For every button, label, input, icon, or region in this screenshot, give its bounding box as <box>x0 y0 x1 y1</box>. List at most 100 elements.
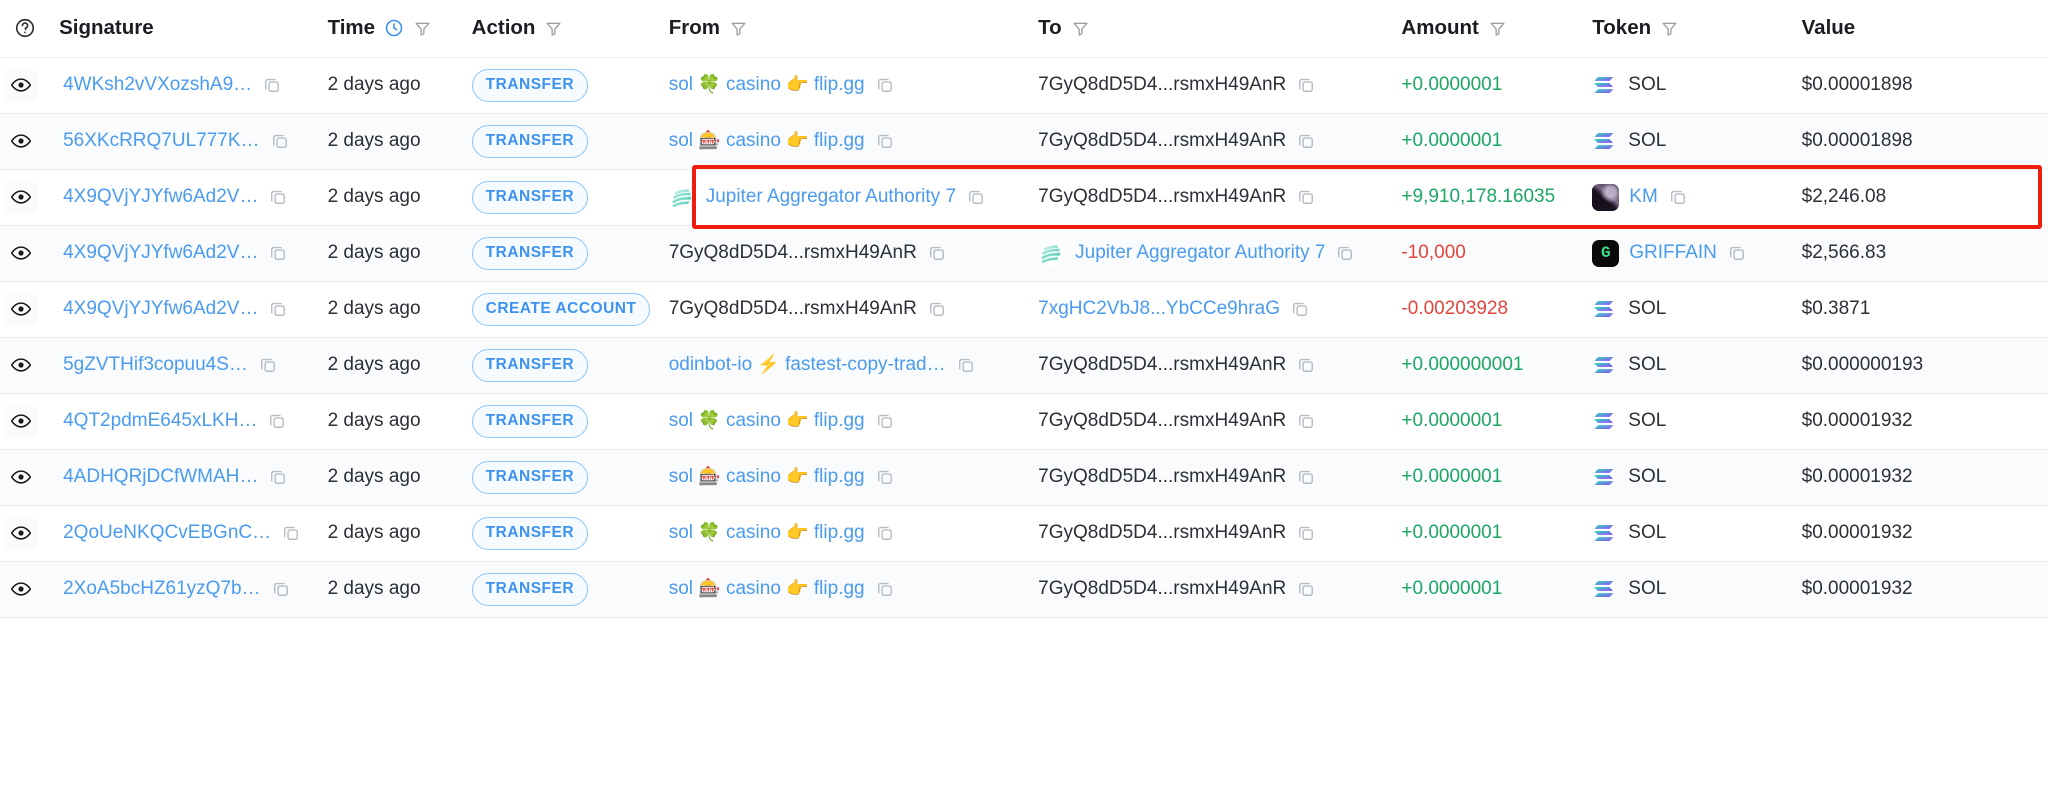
filter-icon-to[interactable] <box>1071 19 1090 38</box>
action-badge[interactable]: TRANSFER <box>471 236 589 270</box>
copy-signature-icon[interactable] <box>258 355 278 375</box>
copy-to-icon[interactable] <box>1335 243 1355 263</box>
view-transaction-button[interactable] <box>4 348 38 382</box>
copy-token-icon[interactable] <box>1668 187 1688 207</box>
copy-from-icon[interactable] <box>875 411 895 431</box>
view-transaction-button[interactable] <box>4 572 38 606</box>
signature-link[interactable]: 4X9QVjYJYfw6Ad2V… <box>63 298 258 320</box>
token-name[interactable]: GRIFFAIN <box>1629 242 1717 264</box>
copy-to-icon[interactable] <box>1296 355 1316 375</box>
view-transaction-button[interactable] <box>4 124 38 158</box>
table-row[interactable]: 4X9QVjYJYfw6Ad2V… 2 days ago CREATE ACCOUN… <box>0 281 2048 338</box>
copy-from-icon[interactable] <box>956 355 976 375</box>
signature-link[interactable]: 4QT2pdmE645xLKH… <box>63 410 257 432</box>
table-row[interactable]: 56XKcRRQ7UL777K… 2 days ago TRANSFER sol 🎰 … <box>0 113 2048 170</box>
action-badge[interactable]: TRANSFER <box>471 572 589 606</box>
view-transaction-button[interactable] <box>4 460 38 494</box>
view-transaction-button[interactable] <box>4 404 38 438</box>
table-row[interactable]: 4X9QVjYJYfw6Ad2V… 2 days ago TRANSFER Jupit… <box>0 169 2048 226</box>
column-header-token[interactable]: Token <box>1592 0 1802 58</box>
table-row[interactable]: 4X9QVjYJYfw6Ad2V… 2 days ago TRANSFER 7GyQ8… <box>0 225 2048 282</box>
signature-link[interactable]: 4X9QVjYJYfw6Ad2V… <box>63 186 258 208</box>
copy-from-icon[interactable] <box>966 187 986 207</box>
copy-signature-icon[interactable] <box>270 131 290 151</box>
column-header-to[interactable]: To <box>1038 0 1402 58</box>
table-row[interactable]: 2QoUeNKQCvEBGnC… 2 days ago TRANSFER sol 🍀 … <box>0 505 2048 562</box>
column-header-amount[interactable]: Amount <box>1401 0 1593 58</box>
action-badge[interactable]: TRANSFER <box>471 124 589 158</box>
signature-link[interactable]: 56XKcRRQ7UL777K… <box>63 130 259 152</box>
copy-signature-icon[interactable] <box>267 411 287 431</box>
view-transaction-button[interactable] <box>4 236 38 270</box>
to-program-name[interactable]: Jupiter Aggregator Authority 7 <box>1075 242 1325 264</box>
action-badge[interactable]: TRANSFER <box>471 348 589 382</box>
action-badge[interactable]: CREATE ACCOUNT <box>471 292 651 326</box>
copy-to-icon[interactable] <box>1296 523 1316 543</box>
copy-from-icon[interactable] <box>875 75 895 95</box>
signature-link[interactable]: 4WKsh2vVXozshA9… <box>63 74 252 96</box>
action-badge[interactable]: TRANSFER <box>471 516 589 550</box>
from-label[interactable]: sol 🎰 casino 👉 flip.gg <box>669 466 865 488</box>
table-row[interactable]: 4ADHQRjDCfWMAH… 2 days ago TRANSFER sol 🎰 c… <box>0 449 2048 506</box>
filter-icon-time[interactable] <box>413 19 432 38</box>
copy-from-icon[interactable] <box>875 467 895 487</box>
table-row[interactable]: 4QT2pdmE645xLKH… 2 days ago TRANSFER sol 🍀 … <box>0 393 2048 450</box>
copy-signature-icon[interactable] <box>271 579 291 599</box>
signature-link[interactable]: 2XoA5bcHZ61yzQ7b… <box>63 578 261 600</box>
column-header-signature[interactable]: Signature <box>59 0 328 58</box>
action-badge[interactable]: TRANSFER <box>471 180 589 214</box>
copy-signature-icon[interactable] <box>262 75 282 95</box>
copy-to-icon[interactable] <box>1296 411 1316 431</box>
signature-link[interactable]: 4X9QVjYJYfw6Ad2V… <box>63 242 258 264</box>
copy-to-icon[interactable] <box>1296 131 1316 151</box>
from-label[interactable]: sol 🎰 casino 👉 flip.gg <box>669 578 865 600</box>
copy-from-icon[interactable] <box>927 299 947 319</box>
copy-signature-icon[interactable] <box>268 243 288 263</box>
from-label[interactable]: sol 🍀 casino 👉 flip.gg <box>669 410 865 432</box>
copy-to-icon[interactable] <box>1290 299 1310 319</box>
view-transaction-button[interactable] <box>4 180 38 214</box>
column-header-action[interactable]: Action <box>471 0 669 58</box>
table-row[interactable]: 5gZVTHif3copuu4S… 2 days ago TRANSFER odinb… <box>0 337 2048 394</box>
action-badge[interactable]: TRANSFER <box>471 68 589 102</box>
copy-to-icon[interactable] <box>1296 467 1316 487</box>
action-badge[interactable]: TRANSFER <box>471 460 589 494</box>
view-transaction-button[interactable] <box>4 516 38 550</box>
signature-link[interactable]: 4ADHQRjDCfWMAH… <box>63 466 258 488</box>
copy-from-icon[interactable] <box>875 579 895 599</box>
copy-from-icon[interactable] <box>875 131 895 151</box>
filter-icon-action[interactable] <box>544 19 563 38</box>
copy-from-icon[interactable] <box>875 523 895 543</box>
help-circle-icon[interactable] <box>14 17 36 39</box>
action-badge[interactable]: TRANSFER <box>471 404 589 438</box>
table-row[interactable]: 4WKsh2vVXozshA9… 2 days ago TRANSFER sol 🍀 … <box>0 57 2048 114</box>
column-header-value[interactable]: Value <box>1801 0 2048 58</box>
signature-link[interactable]: 5gZVTHif3copuu4S… <box>63 354 248 376</box>
copy-to-icon[interactable] <box>1296 579 1316 599</box>
column-header-time[interactable]: Time <box>327 0 472 58</box>
view-transaction-button[interactable] <box>4 292 38 326</box>
from-label[interactable]: sol 🍀 casino 👉 flip.gg <box>669 522 865 544</box>
from-label[interactable]: sol 🍀 casino 👉 flip.gg <box>669 74 865 96</box>
copy-signature-icon[interactable] <box>281 523 301 543</box>
signature-link[interactable]: 2QoUeNKQCvEBGnC… <box>63 522 271 544</box>
from-label[interactable]: sol 🎰 casino 👉 flip.gg <box>669 130 865 152</box>
token-name[interactable]: KM <box>1629 186 1658 208</box>
clock-icon[interactable] <box>384 18 404 38</box>
view-transaction-button[interactable] <box>4 68 38 102</box>
copy-to-icon[interactable] <box>1296 75 1316 95</box>
filter-icon-from[interactable] <box>729 19 748 38</box>
filter-icon-token[interactable] <box>1660 19 1679 38</box>
copy-signature-icon[interactable] <box>268 187 288 207</box>
from-program-name[interactable]: Jupiter Aggregator Authority 7 <box>706 186 956 208</box>
table-row[interactable]: 2XoA5bcHZ61yzQ7b… 2 days ago TRANSFER sol 🎰… <box>0 561 2048 618</box>
copy-to-icon[interactable] <box>1296 187 1316 207</box>
copy-signature-icon[interactable] <box>268 299 288 319</box>
copy-signature-icon[interactable] <box>268 467 288 487</box>
copy-token-icon[interactable] <box>1727 243 1747 263</box>
filter-icon-amount[interactable] <box>1488 19 1507 38</box>
from-label[interactable]: odinbot-io ⚡ fastest-copy-trad… <box>669 354 946 376</box>
copy-from-icon[interactable] <box>927 243 947 263</box>
column-header-from[interactable]: From <box>668 0 1039 58</box>
to-address[interactable]: 7xgHC2VbJ8...YbCCe9hraG <box>1038 298 1280 320</box>
